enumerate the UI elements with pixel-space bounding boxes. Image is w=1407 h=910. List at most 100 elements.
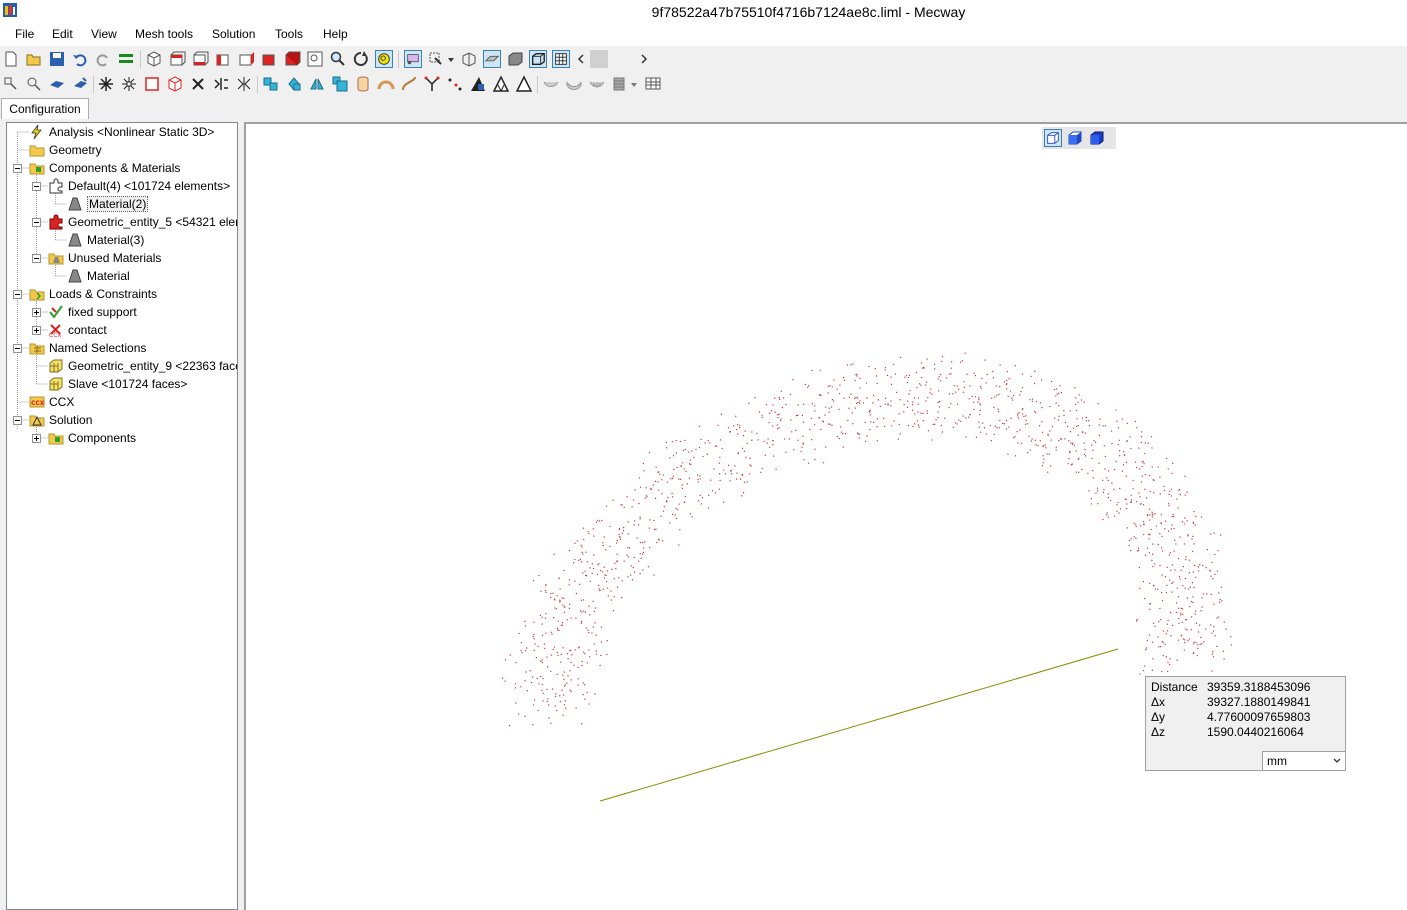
tree-item-ccx[interactable]: CCX CCX [7,393,237,411]
split-icon[interactable] [120,75,138,93]
dropdown-arrow-icon[interactable] [446,50,456,68]
tree-item-material-2[interactable]: Material(2) [7,195,237,213]
menu-tools[interactable]: Tools [273,27,305,41]
tree-item-solution-components[interactable]: Components [7,429,237,447]
shell-mesh-icon[interactable] [588,75,606,93]
tree-item-material-3[interactable]: Material(3) [7,231,237,249]
tree-item-named-selections[interactable]: Named Selections [7,339,237,357]
tree-item-analysis[interactable]: Analysis <Nonlinear Static 3D> [7,123,237,141]
shell-thick-icon[interactable] [565,75,583,93]
collapse-icon[interactable] [32,254,41,263]
mesh-select-icon[interactable] [2,75,20,93]
tree-item-unused-materials[interactable]: Unused Materials [7,249,237,267]
zoom-fit-icon[interactable] [306,50,324,68]
tree-item-geometric-entity-5[interactable]: Geometric_entity_5 <54321 elements> [7,213,237,231]
film-icon[interactable] [611,75,629,93]
view-top-icon[interactable] [260,50,278,68]
dots-icon[interactable] [446,75,464,93]
layers-icon[interactable] [117,50,135,68]
surface-icon[interactable] [483,50,501,68]
open-folder-icon[interactable] [25,50,43,68]
bend-icon[interactable] [400,75,418,93]
model-viewport[interactable]: Distance 39359.3188453096 Δx 39327.18801… [244,122,1407,910]
view-back-icon[interactable] [191,50,209,68]
film-dropdown-icon[interactable] [629,75,639,93]
view-front-icon[interactable] [168,50,186,68]
menu-view[interactable]: View [89,27,119,41]
menu-solution[interactable]: Solution [210,27,257,41]
view-iso-icon[interactable] [145,50,163,68]
tree-item-default-component[interactable]: Default(4) <101724 elements> [7,177,237,195]
mesh-node [740,478,742,480]
expand-icon[interactable] [32,434,41,443]
collapse-icon[interactable] [32,218,41,227]
new-file-icon[interactable] [2,50,20,68]
mesh-node [642,542,644,544]
menu-help[interactable]: Help [321,27,350,41]
scroll-right-icon[interactable] [638,50,650,68]
scroll-thumb[interactable] [590,50,608,68]
redo-icon[interactable] [94,50,112,68]
triangle-icon[interactable] [515,75,533,93]
view-bottom-icon[interactable] [283,50,301,68]
solid-icon[interactable] [506,50,524,68]
wireframe-icon[interactable] [460,50,478,68]
pan-zoom-icon[interactable] [375,50,393,68]
tab-configuration[interactable]: Configuration [1,98,89,119]
cube-element-icon[interactable] [166,75,184,93]
tree-item-loads-constraints[interactable]: Loads & Constraints [7,285,237,303]
collapse-icon[interactable] [13,344,22,353]
menu-edit[interactable]: Edit [50,27,75,41]
scroll-left-icon[interactable] [575,50,587,68]
distance-value: 39359.3188453096 [1207,680,1311,694]
triangle-refine-icon[interactable] [492,75,510,93]
menu-file[interactable]: File [13,27,36,41]
collapse-icon[interactable] [13,290,22,299]
collapse-icon[interactable] [13,416,22,425]
tree-item-geometric-entity-9[interactable]: Geometric_entity_9 <22363 faces> [7,357,237,375]
branch-icon[interactable] [423,75,441,93]
translate-icon[interactable] [262,75,280,93]
tree-item-slave[interactable]: Slave <101724 faces> [7,375,237,393]
tree-item-geometry[interactable]: Geometry [7,141,237,159]
scale-icon[interactable] [331,75,349,93]
table-icon[interactable] [644,75,662,93]
reflect-icon[interactable] [308,75,326,93]
node-move-icon[interactable] [212,75,230,93]
rotate-icon[interactable] [352,50,370,68]
delete-icon[interactable] [189,75,207,93]
cylinder-icon[interactable] [354,75,372,93]
undo-icon[interactable] [71,50,89,68]
collapse-icon[interactable] [32,182,41,191]
tree-item-fixed-support[interactable]: fixed support [7,303,237,321]
select-nodes-icon[interactable] [404,50,422,68]
tree-item-solution[interactable]: Solution [7,411,237,429]
zoom-icon[interactable] [329,50,347,68]
outline-icon[interactable] [529,50,547,68]
tree-item-contact[interactable]: CCX contact [7,321,237,339]
tree-item-components-materials[interactable]: Components & Materials [7,159,237,177]
selection-mode-icon[interactable] [427,50,445,68]
view-left-icon[interactable] [214,50,232,68]
mesh-point-cloud[interactable] [246,124,1407,910]
node-search-icon[interactable] [25,75,43,93]
view-right-icon[interactable] [237,50,255,68]
shell-icon[interactable] [542,75,560,93]
rotate-copy-icon[interactable] [285,75,303,93]
mesh-grid-icon[interactable] [552,50,570,68]
extrude-icon[interactable] [48,75,66,93]
tree-item-material[interactable]: Material [7,267,237,285]
square-element-icon[interactable] [143,75,161,93]
unit-select[interactable]: mm [1262,751,1346,771]
revolve-icon[interactable] [71,75,89,93]
collapse-icon[interactable] [13,164,22,173]
save-icon[interactable] [48,50,66,68]
expand-icon[interactable] [32,308,41,317]
menu-mesh-tools[interactable]: Mesh tools [133,27,195,41]
refine-icon[interactable] [469,75,487,93]
explode-icon[interactable] [97,75,115,93]
expand-icon[interactable] [32,326,41,335]
mirror-icon[interactable] [235,75,253,93]
mesh-node [564,700,566,702]
arc-icon[interactable] [377,75,395,93]
